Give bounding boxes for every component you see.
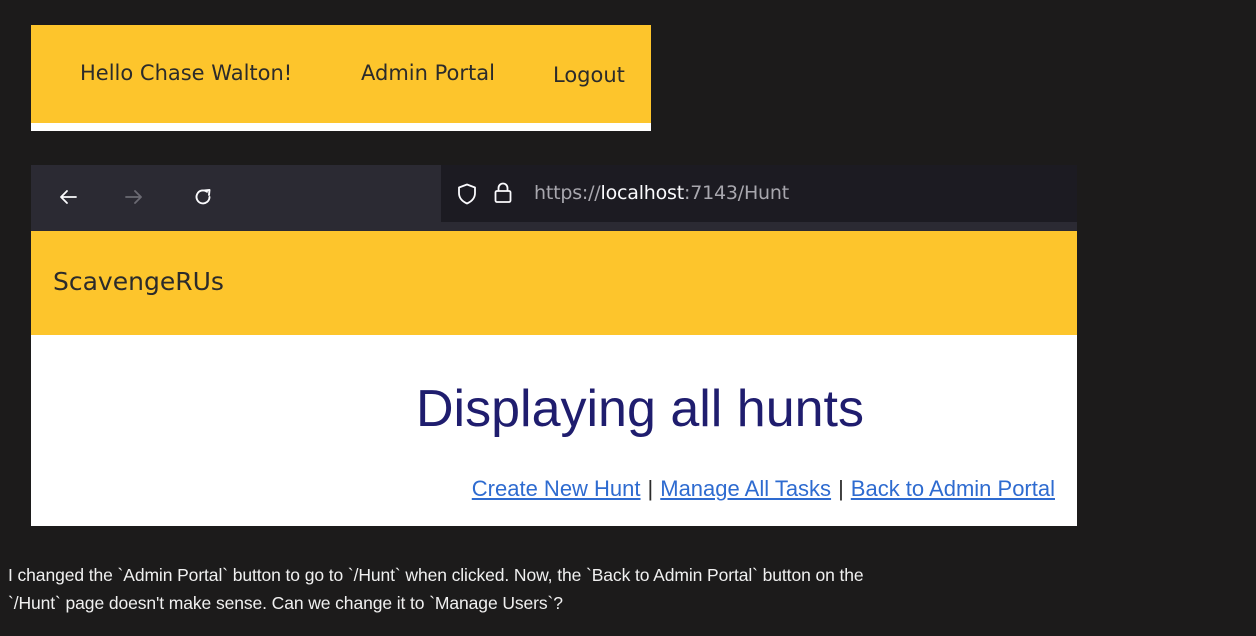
caption-line-1: I changed the `Admin Portal` button to g… [8, 565, 864, 585]
link-separator: | [838, 476, 844, 501]
url-text[interactable]: https://localhost:7143/Hunt [534, 182, 789, 204]
url-prefix: https:// [534, 182, 601, 204]
caption-text: I changed the `Admin Portal` button to g… [8, 561, 1248, 617]
arrow-right-icon[interactable] [119, 182, 149, 212]
create-new-hunt-link[interactable]: Create New Hunt [472, 476, 641, 501]
page-links: Create New Hunt | Manage All Tasks | Back to… [472, 476, 1055, 502]
browser-window: https://localhost:7143/Hunt ScavengeRUs … [31, 165, 1077, 526]
site-header: ScavengeRUs [31, 231, 1077, 335]
page-title: Displaying all hunts [415, 380, 865, 438]
url-path: :7143/Hunt [684, 182, 789, 204]
nav-logout-link[interactable]: Logout [553, 63, 625, 87]
browser-toolbar: https://localhost:7143/Hunt [31, 165, 1077, 231]
link-separator: | [647, 476, 654, 501]
manage-all-tasks-link[interactable]: Manage All Tasks [660, 476, 831, 501]
nav-admin-portal-link[interactable]: Admin Portal [361, 61, 495, 85]
lock-icon[interactable] [493, 181, 513, 209]
url-host: localhost [600, 182, 685, 204]
shield-icon[interactable] [457, 183, 477, 209]
nav-greeting[interactable]: Hello Chase Walton! [80, 61, 292, 85]
navbar: Hello Chase Walton! Admin Portal Logout [31, 25, 651, 123]
site-brand[interactable]: ScavengeRUs [53, 267, 224, 296]
url-bar[interactable]: https://localhost:7143/Hunt [441, 165, 1077, 222]
navbar-snippet: Hello Chase Walton! Admin Portal Logout [31, 25, 651, 131]
arrow-left-icon[interactable] [53, 182, 83, 212]
back-to-admin-portal-link[interactable]: Back to Admin Portal [851, 476, 1055, 501]
caption-line-2: `/Hunt` page doesn't make sense. Can we … [8, 593, 563, 613]
reload-icon[interactable] [188, 182, 218, 212]
